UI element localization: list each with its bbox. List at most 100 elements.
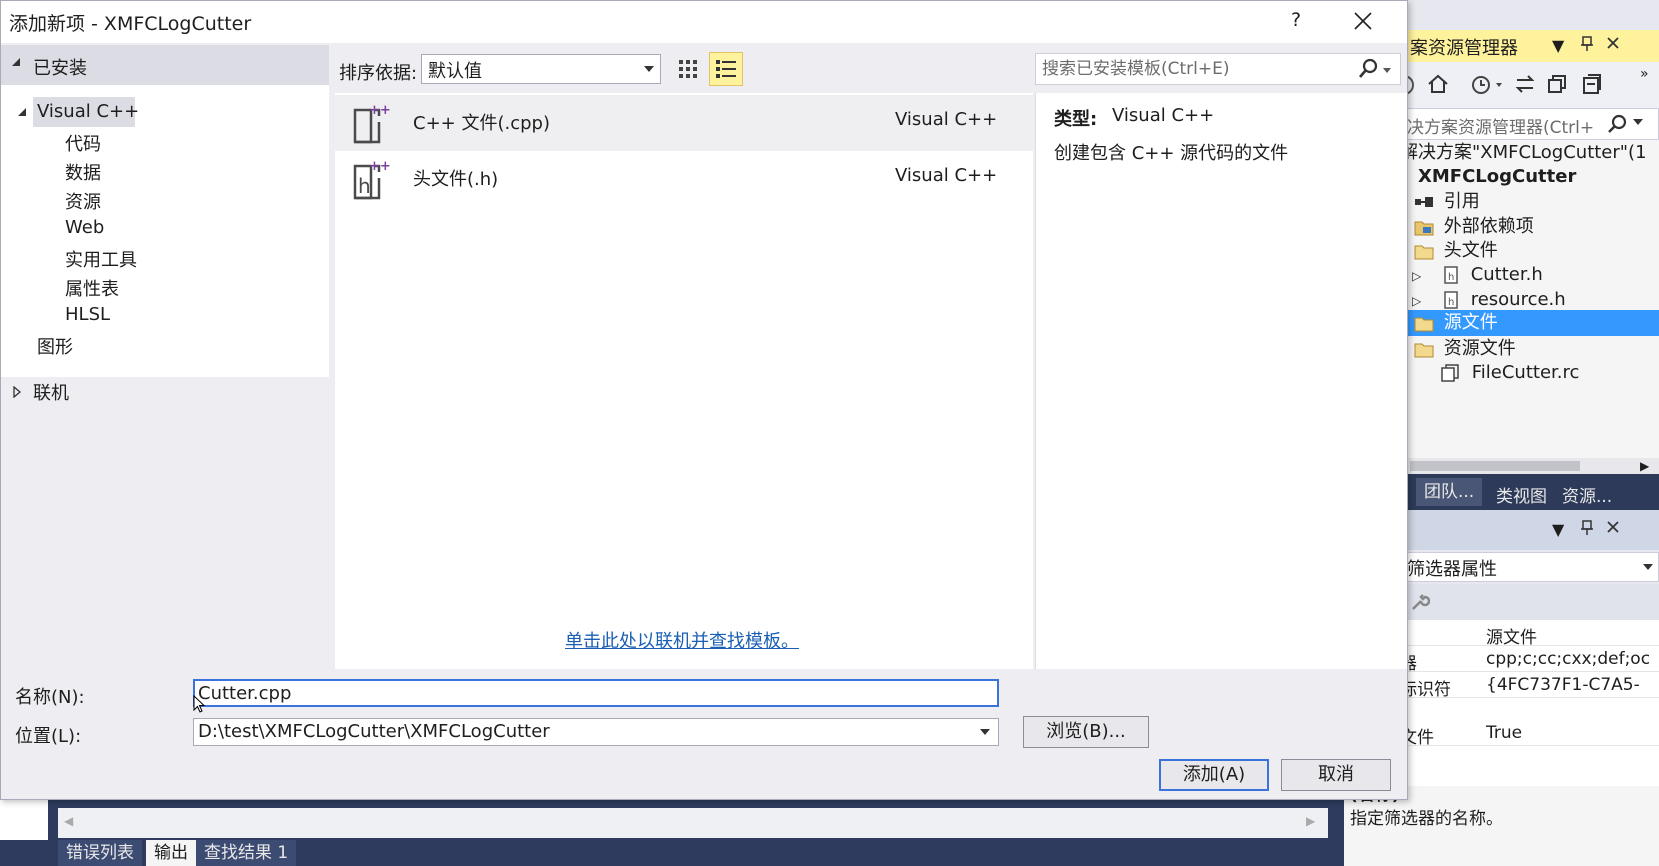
solution-tree: 解决方案"XMFCLogCutter"(1 XMFCLogCutter 引用 外… — [1400, 140, 1659, 458]
tree-project[interactable]: XMFCLogCutter — [1404, 164, 1576, 190]
home-icon[interactable] — [1426, 72, 1450, 96]
properties-header: ▼ — [1400, 510, 1659, 550]
help-button[interactable]: ? — [1291, 9, 1301, 31]
tab-resources[interactable]: 资源... — [1562, 482, 1612, 507]
header-file-icon: h — [1444, 266, 1458, 284]
cancel-button[interactable]: 取消 — [1281, 759, 1391, 791]
collapse-icon[interactable] — [17, 107, 27, 117]
overflow-icon[interactable]: » — [1640, 66, 1649, 82]
template-search-input[interactable] — [1042, 57, 1352, 81]
tab-find-results[interactable]: 查找结果 1 — [196, 840, 297, 866]
scroll-right-icon[interactable]: ▶ — [1306, 814, 1315, 828]
wrench-icon[interactable] — [1410, 592, 1430, 612]
category-item[interactable]: 资源 — [65, 188, 101, 214]
solution-hscrollbar[interactable]: ▶ — [1400, 458, 1659, 474]
history-icon[interactable] — [1470, 72, 1504, 96]
scroll-left-icon[interactable]: ◀ — [64, 814, 73, 828]
search-options-icon[interactable] — [1633, 119, 1643, 125]
header-file-icon: h — [1444, 291, 1458, 309]
sort-value: 默认值 — [428, 61, 482, 82]
sync-icon[interactable] — [1514, 72, 1536, 96]
pin-icon[interactable] — [1580, 520, 1594, 536]
tree-resource-files[interactable]: 资源文件 — [1414, 336, 1516, 362]
category-installed: 已安装 — [33, 58, 87, 79]
mouse-cursor-icon — [193, 695, 205, 713]
chevron-down-icon[interactable] — [980, 729, 990, 735]
tab-output[interactable]: 输出 — [146, 840, 196, 866]
category-visual-cpp[interactable]: Visual C++ — [37, 101, 139, 122]
category-item[interactable]: 代码 — [65, 130, 101, 156]
tab-class-view[interactable]: 类视图 — [1496, 482, 1547, 507]
template-item-header[interactable]: h ++ 头文件(.h) Visual C++ — [335, 151, 1033, 207]
property-row[interactable]: 器 cpp;c;cc;cxx;def;oc — [1400, 646, 1659, 672]
tree-cutter-h[interactable]: ▷ h Cutter.h — [1412, 262, 1543, 288]
properties-object-select[interactable]: 筛选器属性 — [1400, 552, 1659, 582]
scroll-right-icon[interactable]: ▶ — [1640, 459, 1649, 473]
close-icon[interactable] — [1606, 36, 1620, 50]
type-value: Visual C++ — [1112, 105, 1215, 126]
properties-toolbar — [1400, 584, 1659, 620]
search-icon[interactable] — [1607, 114, 1629, 134]
tab-error-list[interactable]: 错误列表 — [58, 840, 142, 866]
properties-icon[interactable] — [1580, 72, 1602, 96]
category-installed-header[interactable]: 已安装 — [1, 45, 329, 85]
tree-source-files[interactable]: 源文件 — [1400, 310, 1659, 336]
expand-arrow-icon[interactable]: ▷ — [1412, 294, 1421, 308]
category-item[interactable]: 数据 — [65, 159, 101, 185]
tree-filecutter-rc[interactable]: FileCutter.rc — [1440, 360, 1579, 386]
tree-external-deps[interactable]: 外部依赖项 — [1414, 214, 1534, 240]
template-name: C++ 文件(.cpp) — [413, 113, 550, 134]
property-row[interactable]: )源文件 — [1400, 620, 1659, 646]
solution-explorer-search[interactable]: 决方案资源管理器(Ctrl+ — [1400, 108, 1659, 140]
sort-select[interactable]: 默认值 — [421, 54, 661, 84]
sort-label: 排序依据: — [339, 63, 418, 84]
folder-icon — [1414, 317, 1434, 332]
category-item[interactable]: Web — [65, 217, 104, 238]
tree-solution[interactable]: 解决方案"XMFCLogCutter"(1 — [1400, 140, 1647, 166]
tree-header-files[interactable]: 头文件 — [1414, 238, 1498, 264]
add-button[interactable]: 添加(A) — [1159, 759, 1269, 791]
solution-explorer-title: 案资源管理器 — [1410, 38, 1518, 59]
tree-references[interactable]: 引用 — [1414, 189, 1480, 215]
add-new-item-dialog: 添加新项 - XMFCLogCutter ? 已安装 Visual C++ 代码… — [0, 0, 1408, 800]
scroll-thumb[interactable] — [1410, 461, 1580, 471]
view-grid-button[interactable] — [673, 54, 703, 84]
expand-arrow-icon[interactable]: ▷ — [1412, 269, 1421, 283]
svg-text:++: ++ — [369, 159, 391, 174]
category-item[interactable]: HLSL — [65, 304, 110, 325]
view-list-button[interactable] — [709, 52, 743, 86]
category-graphics[interactable]: 图形 — [37, 333, 73, 359]
collapse-icon[interactable] — [11, 57, 21, 67]
online-templates-link[interactable]: 单击此处以联机并查找模板。 — [565, 627, 799, 653]
category-item[interactable]: 实用工具 — [65, 246, 137, 272]
properties-object-value: 筛选器属性 — [1407, 559, 1497, 580]
search-button[interactable] — [1358, 58, 1394, 80]
close-button[interactable] — [1353, 11, 1373, 31]
collapse-all-icon[interactable] — [1546, 72, 1568, 96]
location-combobox[interactable]: D:\test\XMFCLogCutter\XMFCLogCutter — [193, 718, 999, 746]
category-online[interactable]: 联机 — [33, 379, 69, 405]
property-row[interactable]: 文件 True — [1400, 720, 1659, 746]
name-label: 名称(N): — [15, 687, 85, 708]
output-hscrollbar[interactable]: ◀ ▶ — [58, 808, 1328, 838]
external-deps-icon — [1414, 221, 1434, 236]
expand-arrow-icon[interactable] — [13, 386, 21, 398]
category-item[interactable]: 属性表 — [65, 275, 119, 301]
pin-icon[interactable] — [1580, 36, 1594, 52]
template-item-cpp[interactable]: ++ C++ 文件(.cpp) Visual C++ — [335, 95, 1033, 151]
svg-text:h: h — [1448, 272, 1454, 283]
browse-button[interactable]: 浏览(B)... — [1023, 716, 1149, 748]
folder-icon — [1414, 343, 1434, 358]
location-value: D:\test\XMFCLogCutter\XMFCLogCutter — [198, 721, 550, 742]
property-row[interactable]: 标识符 {4FC737F1-C7A5- — [1400, 672, 1659, 698]
cpp-file-icon: ++ — [351, 102, 393, 146]
dropdown-icon[interactable]: ▼ — [1552, 36, 1564, 55]
solution-explorer-header: 案资源管理器 ▼ — [1400, 30, 1659, 62]
close-icon[interactable] — [1606, 520, 1620, 534]
dropdown-icon[interactable]: ▼ — [1552, 520, 1564, 539]
template-search-box[interactable] — [1035, 53, 1401, 85]
tab-team[interactable]: 团队... — [1416, 478, 1483, 506]
svg-text:h: h — [1448, 297, 1454, 308]
name-input[interactable] — [193, 679, 999, 707]
property-spacer — [1400, 698, 1659, 722]
